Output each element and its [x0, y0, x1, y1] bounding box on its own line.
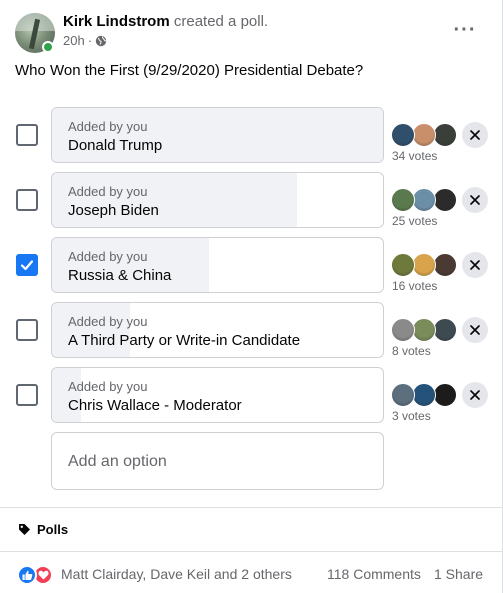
globe-icon[interactable] — [95, 35, 107, 47]
tag-label: Polls — [37, 522, 69, 537]
poll-question: Who Won the First (9/29/2020) Presidenti… — [15, 62, 364, 79]
voter-avatar — [412, 253, 436, 277]
poll-option-added-by: Added by you — [68, 119, 148, 134]
poll-option-votes[interactable]: 3 votes — [392, 409, 431, 423]
post-author-line: Kirk Lindstrom created a poll. — [63, 13, 268, 30]
poll-tag[interactable]: Polls — [18, 522, 68, 537]
poll-option-checkbox[interactable] — [16, 124, 38, 146]
remove-option-button[interactable] — [462, 317, 488, 343]
poll-option-votes[interactable]: 25 votes — [392, 214, 437, 228]
voter-avatar — [433, 383, 457, 407]
poll-option-bar[interactable]: Added by you Chris Wallace - Moderator — [51, 367, 384, 423]
poll-option-row: Added by you Joseph Biden 25 votes — [0, 172, 503, 229]
voter-avatars[interactable] — [391, 123, 459, 147]
voter-avatars[interactable] — [391, 318, 459, 342]
poll-option-checkbox[interactable] — [16, 319, 38, 341]
voter-avatar — [412, 123, 436, 147]
add-option-input[interactable]: Add an option — [51, 432, 384, 490]
poll-option-votes[interactable]: 8 votes — [392, 344, 431, 358]
check-icon — [20, 260, 34, 271]
voter-avatar — [433, 253, 457, 277]
poll-option-bar[interactable]: Added by you Joseph Biden — [51, 172, 384, 228]
poll-option-row: Added by you Chris Wallace - Moderator 3 v… — [0, 367, 503, 424]
poll-option-label: A Third Party or Write-in Candidate — [68, 332, 301, 349]
poll-option-row: Added by you A Third Party or Write-in Ca… — [0, 302, 503, 359]
poll-option-checkbox[interactable] — [16, 384, 38, 406]
voter-avatar — [412, 318, 436, 342]
online-status-icon — [42, 41, 54, 53]
voter-avatar — [412, 383, 436, 407]
voter-avatar — [433, 188, 457, 212]
reaction-icons[interactable] — [17, 565, 57, 585]
voter-avatar — [412, 188, 436, 212]
remove-option-button[interactable] — [462, 252, 488, 278]
remove-option-button[interactable] — [462, 122, 488, 148]
voter-avatar — [391, 188, 415, 212]
shares-count[interactable]: 1 Share — [434, 566, 483, 582]
voter-avatar — [391, 383, 415, 407]
voter-avatar — [391, 253, 415, 277]
voter-avatars[interactable] — [391, 188, 459, 212]
meta-separator: · — [87, 33, 93, 48]
post-action: created a poll. — [173, 13, 269, 30]
poll-option-bar[interactable]: Added by you Russia & China — [51, 237, 384, 293]
like-icon — [17, 565, 37, 585]
poll-option-label: Russia & China — [68, 267, 172, 284]
post-footer: Matt Clairday, Dave Keil and 2 others 11… — [0, 560, 503, 588]
poll-option-label: Chris Wallace - Moderator — [68, 397, 242, 414]
post-timestamp[interactable]: 20h — [63, 33, 85, 48]
tag-icon — [19, 524, 30, 535]
poll-option-added-by: Added by you — [68, 379, 148, 394]
poll-option-row: Added by you Donald Trump 34 votes — [0, 107, 503, 164]
poll-option-checkbox[interactable] — [16, 254, 38, 276]
voter-avatars[interactable] — [391, 383, 459, 407]
more-options-icon[interactable]: ··· — [447, 16, 483, 44]
remove-option-button[interactable] — [462, 382, 488, 408]
poll-option-label: Donald Trump — [68, 137, 163, 154]
close-icon — [470, 130, 480, 140]
close-icon — [470, 390, 480, 400]
remove-option-button[interactable] — [462, 187, 488, 213]
voter-avatar — [391, 123, 415, 147]
poll-option-label: Joseph Biden — [68, 202, 159, 219]
close-icon — [470, 260, 480, 270]
divider — [0, 551, 503, 552]
post-meta: 20h · — [63, 33, 107, 48]
reaction-names[interactable]: Matt Clairday, Dave Keil and 2 others — [61, 566, 292, 582]
close-icon — [470, 195, 480, 205]
voter-avatar — [433, 123, 457, 147]
poll-option-added-by: Added by you — [68, 184, 148, 199]
voter-avatar — [391, 318, 415, 342]
poll-option-bar[interactable]: Added by you Donald Trump — [51, 107, 384, 163]
poll-option-votes[interactable]: 16 votes — [392, 279, 437, 293]
poll-option-row: Added by you Russia & China 16 votes — [0, 237, 503, 294]
poll-option-checkbox[interactable] — [16, 189, 38, 211]
poll-option-added-by: Added by you — [68, 314, 148, 329]
poll-option-added-by: Added by you — [68, 249, 148, 264]
poll-option-bar[interactable]: Added by you A Third Party or Write-in Ca… — [51, 302, 384, 358]
poll-option-votes[interactable]: 34 votes — [392, 149, 437, 163]
comments-count[interactable]: 118 Comments — [327, 566, 421, 582]
author-name[interactable]: Kirk Lindstrom — [63, 13, 170, 30]
close-icon — [470, 325, 480, 335]
divider — [0, 507, 503, 508]
voter-avatars[interactable] — [391, 253, 459, 277]
poll-post: Kirk Lindstrom created a poll. 20h · ···… — [0, 0, 503, 593]
voter-avatar — [433, 318, 457, 342]
